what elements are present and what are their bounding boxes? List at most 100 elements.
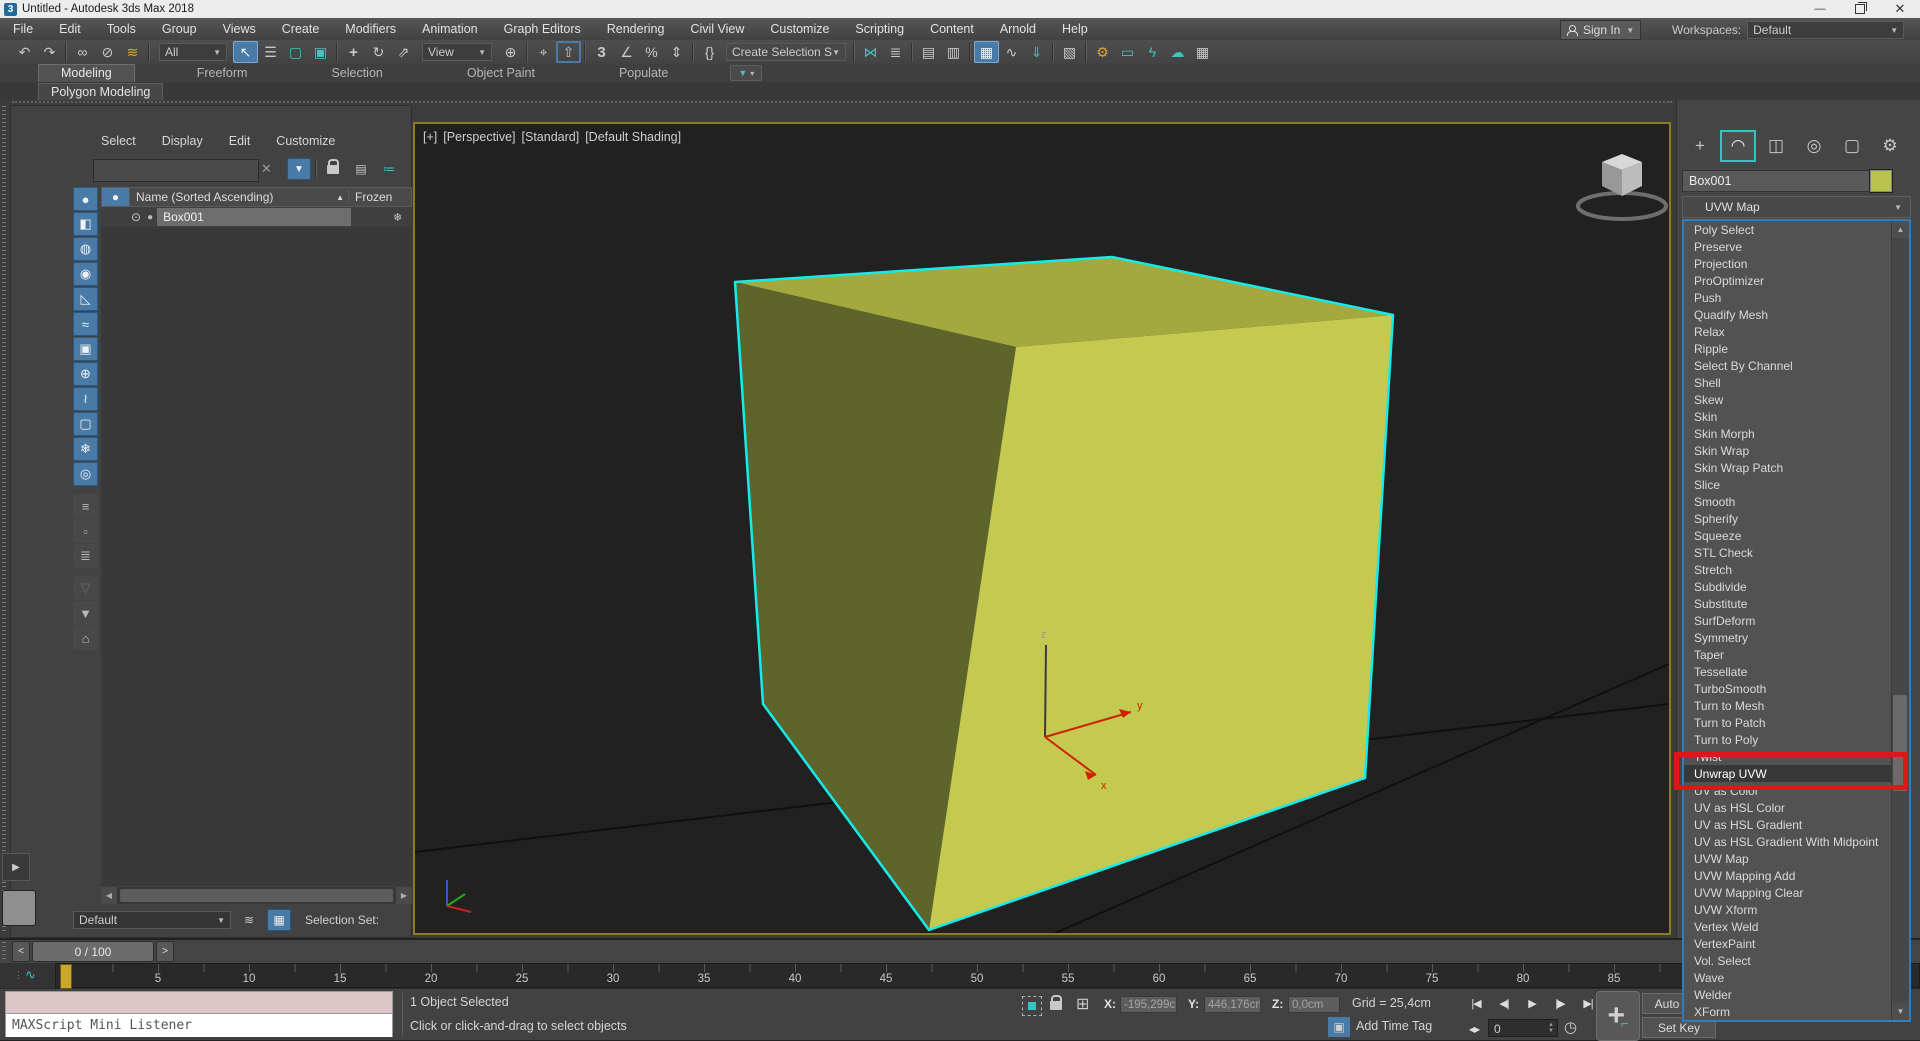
mirror-icon[interactable]: ⋈ [858,41,883,63]
filter-icon[interactable]: ▼ [73,601,98,625]
display-containers-icon[interactable]: ▢ [73,412,98,436]
modifier-option[interactable]: Skin [1684,408,1891,425]
modifier-option[interactable]: UVW Xform [1684,901,1891,918]
scene-states-icon[interactable]: ▥ [941,41,966,63]
modifier-option[interactable]: Slice [1684,476,1891,493]
modifier-option[interactable]: TurboSmooth [1684,680,1891,697]
scene-object-row[interactable]: ⊙ ● Box001 ❄ [101,207,412,227]
menu-create[interactable]: Create [269,18,333,40]
select-by-name-icon[interactable]: ☰ [258,41,283,63]
object-name-label[interactable]: Box001 [157,208,351,226]
lock-explorer-icon[interactable] [321,158,345,180]
select-and-rotate-icon[interactable]: ↻ [366,41,391,63]
visibility-eye-icon[interactable]: ⊙ [131,210,141,224]
frozen-toggle-icon[interactable]: ❄ [393,211,402,224]
toggle-scene-explorer-icon[interactable]: ▦ [974,41,999,63]
display-bones-icon[interactable]: ≀ [73,387,98,411]
menu-civil-view[interactable]: Civil View [677,18,757,40]
modifier-option[interactable]: Quadify Mesh [1684,306,1891,323]
modifier-option[interactable]: Turn to Mesh [1684,697,1891,714]
modifier-option[interactable]: Taper [1684,646,1891,663]
modifier-option[interactable]: Vertex Weld [1684,918,1891,935]
display-influences-icon[interactable]: ≡ [73,494,98,518]
x-coord-field[interactable]: -195,299cm [1120,996,1177,1013]
modifier-option[interactable]: Skew [1684,391,1891,408]
spinner-snap-icon[interactable]: ⇕ [664,41,689,63]
modifier-option[interactable]: Welder [1684,986,1891,1003]
modifier-option[interactable]: Poly Select [1684,221,1891,238]
named-selection-sets-field[interactable]: Create Selection Se ▼ [726,43,846,61]
modifier-option[interactable]: Select By Channel [1684,357,1891,374]
frame-spinner[interactable]: ▲▼ [1545,1019,1557,1037]
column-icon-header[interactable]: ● [102,188,130,206]
go-to-start-button[interactable]: |◀ [1464,993,1488,1013]
display-lights-icon[interactable]: ◍ [73,237,98,261]
render-production-icon[interactable]: ϟ [1140,41,1165,63]
tab-utilities[interactable]: ⚙ [1872,130,1908,162]
align-icon[interactable]: ≣ [883,41,908,63]
explorer-menu-display[interactable]: Display [162,134,203,148]
modifier-option[interactable]: UVW Mapping Add [1684,867,1891,884]
clear-search-icon[interactable]: ✕ [261,161,272,177]
modifier-option[interactable]: Smooth [1684,493,1891,510]
modifier-option[interactable]: Skin Wrap [1684,442,1891,459]
explorer-horizontal-scrollbar[interactable]: ◀ ▶ [101,887,412,904]
panel-grip[interactable] [2,106,6,934]
menu-modifiers[interactable]: Modifiers [332,18,409,40]
snaps-toggle-3d-icon[interactable]: 3 [589,41,614,63]
window-crossing-icon[interactable]: ▣ [308,41,333,63]
trackbar-ruler[interactable]: 05101520253035404550556065707580859095 [55,963,1920,988]
modifier-option[interactable]: Projection [1684,255,1891,272]
time-tag-icon[interactable]: ▣ [1328,1017,1350,1037]
trackbar-mode-button[interactable]: ⋮ ∿ [14,967,36,983]
play-button[interactable]: ▶ [1520,993,1544,1013]
column-frozen-header[interactable]: Frozen [348,190,411,204]
tab-hierarchy[interactable]: ◫ [1758,130,1794,162]
select-and-link-icon[interactable]: ∞ [70,41,95,63]
display-objects-icon[interactable]: ● [73,187,98,211]
menu-file[interactable]: File [0,18,46,40]
sort-ascending-icon[interactable]: ▲ [336,193,344,202]
modifier-option[interactable]: Turn to Patch [1684,714,1891,731]
modifier-option[interactable]: UV as HSL Color [1684,799,1891,816]
scrollbar-thumb[interactable] [120,889,393,902]
display-hidden-icon[interactable]: ◎ [73,462,98,486]
explorer-search-input[interactable] [93,159,259,182]
y-coord-field[interactable]: 446,176cm [1204,996,1261,1013]
viewport-menu-standard[interactable]: [Standard] [522,130,580,144]
modifier-option[interactable]: Squeeze [1684,527,1891,544]
minimize-button[interactable]: — [1800,0,1840,18]
bind-to-space-warp-icon[interactable]: ≋ [120,41,145,63]
tab-motion[interactable]: ◎ [1796,130,1832,162]
explorer-menu-customize[interactable]: Customize [276,134,335,148]
modifier-list-select[interactable]: UVW Map ▼ [1682,196,1911,218]
menu-tools[interactable]: Tools [94,18,149,40]
display-shapes-icon[interactable]: ◧ [73,212,98,236]
ribbon-options-button[interactable]: ▼ ▾ [730,65,762,81]
display-groups-icon[interactable]: ▣ [73,337,98,361]
toggle-layer-explorer-icon[interactable]: ▤ [916,41,941,63]
mini-swatch[interactable] [2,890,36,926]
filter-funnel-icon[interactable]: ▼ [287,158,311,180]
menu-group[interactable]: Group [149,18,210,40]
time-slider[interactable]: 0 / 100 [32,941,154,962]
modifier-option[interactable]: XForm [1684,1003,1891,1020]
absolute-mode-transform-icon[interactable]: ⊞ [1076,994,1089,1014]
selection-lock-toggle[interactable] [1050,999,1062,1013]
add-time-tag-label[interactable]: Add Time Tag [1356,1019,1432,1033]
modifier-option[interactable]: Turn to Poly [1684,731,1891,748]
ribbon-tab-modeling[interactable]: Modeling [38,64,135,82]
tab-display[interactable]: ▢ [1834,130,1870,162]
explorer-tree-area[interactable] [101,227,412,886]
menu-customize[interactable]: Customize [757,18,842,40]
expand-panel-button[interactable]: ▶ [2,853,30,881]
undo-icon[interactable]: ↶ [12,41,37,63]
modifier-option[interactable]: Wave [1684,969,1891,986]
menu-scripting[interactable]: Scripting [842,18,917,40]
select-object-icon[interactable]: ↖ [233,41,258,63]
selection-region-icon[interactable] [1022,996,1042,1016]
angle-snap-icon[interactable]: ∠ [614,41,639,63]
modifier-option[interactable]: UVW Mapping Clear [1684,884,1891,901]
explorer-menu-edit[interactable]: Edit [229,134,251,148]
modifier-option[interactable]: Skin Wrap Patch [1684,459,1891,476]
